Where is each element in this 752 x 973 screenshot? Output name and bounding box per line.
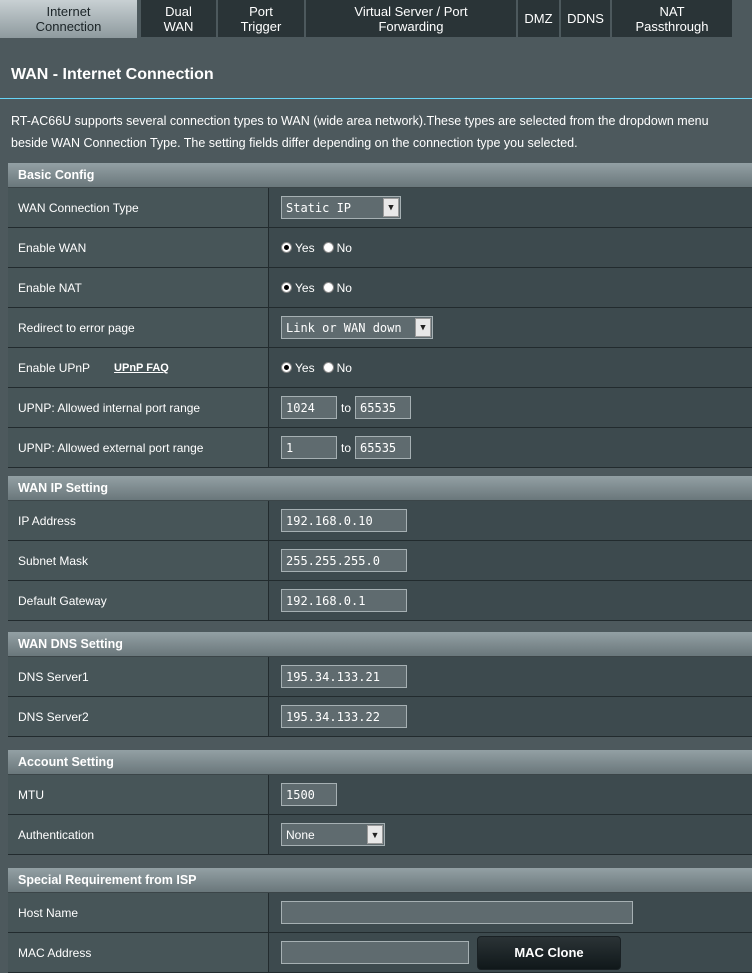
tab-bar: Internet Connection Dual WAN Port Trigge… xyxy=(0,0,752,38)
enable-wan-label: Enable WAN xyxy=(8,228,269,267)
redirect-select[interactable]: Link or WAN down ▼ xyxy=(281,316,433,339)
mtu-input[interactable]: 1500 xyxy=(281,783,337,806)
to-label: to xyxy=(341,400,352,415)
upnp-label-cell: Enable UPnP UPnP FAQ xyxy=(8,348,269,387)
int-port-from-input[interactable]: 1024 xyxy=(281,396,337,419)
upnp-faq-link[interactable]: UPnP FAQ xyxy=(114,362,169,374)
int-port-to-input[interactable]: 65535 xyxy=(355,396,412,419)
wan-type-value: Static IP xyxy=(286,200,352,215)
title-divider xyxy=(0,98,752,99)
account-section: Account Setting MTU 1500 Authentication … xyxy=(8,750,752,855)
mtu-label: MTU xyxy=(8,775,269,814)
tab-dmz[interactable]: DMZ xyxy=(518,0,559,37)
dns1-label: DNS Server1 xyxy=(8,657,269,696)
dns2-row: DNS Server2 195.34.133.22 xyxy=(8,697,752,737)
tab-dual-wan[interactable]: Dual WAN xyxy=(141,0,216,37)
gateway-label: Default Gateway xyxy=(8,581,269,620)
gateway-input[interactable]: 192.168.0.1 xyxy=(281,589,407,612)
isp-section: Special Requirement from ISP Host Name M… xyxy=(8,868,752,973)
ext-range-row: UPNP: Allowed external port range 1 to 6… xyxy=(8,428,752,468)
enable-nat-yes-radio[interactable] xyxy=(281,282,292,293)
tab-internet-connection[interactable]: Internet Connection xyxy=(0,0,137,38)
auth-select[interactable]: None ▼ xyxy=(281,823,385,846)
mask-label: Subnet Mask xyxy=(8,541,269,580)
ip-label: IP Address xyxy=(8,501,269,540)
upnp-label: Enable UPnP xyxy=(18,360,91,375)
redirect-value: Link or WAN down xyxy=(286,320,402,335)
upnp-row: Enable UPnP UPnP FAQ Yes No xyxy=(8,348,752,388)
enable-wan-row: Enable WAN Yes No xyxy=(8,228,752,268)
ext-port-to-input[interactable]: 65535 xyxy=(355,436,412,459)
mac-address-input[interactable] xyxy=(281,941,469,964)
enable-wan-no-radio[interactable] xyxy=(322,242,334,253)
radio-label: No xyxy=(336,240,352,255)
mac-clone-button[interactable]: MAC Clone xyxy=(477,935,621,970)
chevron-down-icon: ▼ xyxy=(367,825,383,844)
to-label: to xyxy=(341,440,352,455)
wan-dns-section: WAN DNS Setting DNS Server1 195.34.133.2… xyxy=(8,632,752,737)
auth-label: Authentication xyxy=(8,815,269,854)
host-row: Host Name xyxy=(8,893,752,933)
enable-nat-row: Enable NAT Yes No xyxy=(8,268,752,308)
host-name-input[interactable] xyxy=(281,901,633,924)
mask-row: Subnet Mask 255.255.255.0 xyxy=(8,541,752,581)
basic-config-section: Basic Config WAN Connection Type Static … xyxy=(8,163,752,468)
gateway-row: Default Gateway 192.168.0.1 xyxy=(8,581,752,621)
upnp-no-radio[interactable] xyxy=(322,362,334,373)
enable-wan-yes-radio[interactable] xyxy=(281,242,292,253)
int-range-row: UPNP: Allowed internal port range 1024 t… xyxy=(8,388,752,428)
radio-label: No xyxy=(336,360,352,375)
page-title: WAN - Internet Connection xyxy=(11,66,214,83)
redirect-row: Redirect to error page Link or WAN down … xyxy=(8,308,752,348)
section-header: Basic Config xyxy=(8,163,752,188)
dns1-row: DNS Server1 195.34.133.21 xyxy=(8,657,752,697)
ext-port-from-input[interactable]: 1 xyxy=(281,436,337,459)
tab-port-trigger[interactable]: Port Trigger xyxy=(218,0,304,37)
chevron-down-icon: ▼ xyxy=(415,318,431,337)
dns1-input[interactable]: 195.34.133.21 xyxy=(281,665,407,688)
mac-label: MAC Address xyxy=(8,933,269,972)
enable-nat-label: Enable NAT xyxy=(8,268,269,307)
radio-label: Yes xyxy=(295,280,315,295)
tab-ddns[interactable]: DDNS xyxy=(561,0,610,37)
auth-value: None xyxy=(286,827,315,842)
wan-type-label: WAN Connection Type xyxy=(8,188,269,227)
radio-label: Yes xyxy=(295,240,315,255)
section-header: Account Setting xyxy=(8,750,752,775)
section-header: Special Requirement from ISP xyxy=(8,868,752,893)
auth-row: Authentication None ▼ xyxy=(8,815,752,855)
radio-label: No xyxy=(336,280,352,295)
ext-range-label: UPNP: Allowed external port range xyxy=(8,428,269,467)
page-description: RT-AC66U supports several connection typ… xyxy=(11,114,709,150)
mtu-row: MTU 1500 xyxy=(8,775,752,815)
subnet-mask-input[interactable]: 255.255.255.0 xyxy=(281,549,407,572)
host-label: Host Name xyxy=(8,893,269,932)
section-header: WAN IP Setting xyxy=(8,476,752,501)
chevron-down-icon: ▼ xyxy=(383,198,399,217)
upnp-yes-radio[interactable] xyxy=(281,362,292,373)
dns2-label: DNS Server2 xyxy=(8,697,269,736)
mac-row: MAC Address MAC Clone xyxy=(8,933,752,973)
wan-type-row: WAN Connection Type Static IP ▼ xyxy=(8,188,752,228)
tab-nat-passthrough[interactable]: NAT Passthrough xyxy=(612,0,732,37)
enable-nat-no-radio[interactable] xyxy=(322,282,334,293)
redirect-label: Redirect to error page xyxy=(8,308,269,347)
wan-type-select[interactable]: Static IP ▼ xyxy=(281,196,401,219)
section-header: WAN DNS Setting xyxy=(8,632,752,657)
int-range-label: UPNP: Allowed internal port range xyxy=(8,388,269,427)
dns2-input[interactable]: 195.34.133.22 xyxy=(281,705,407,728)
radio-label: Yes xyxy=(295,360,315,375)
ip-row: IP Address 192.168.0.10 xyxy=(8,501,752,541)
ip-address-input[interactable]: 192.168.0.10 xyxy=(281,509,407,532)
wan-ip-section: WAN IP Setting IP Address 192.168.0.10 S… xyxy=(8,476,752,621)
tab-virtual-server[interactable]: Virtual Server / Port Forwarding xyxy=(306,0,516,37)
